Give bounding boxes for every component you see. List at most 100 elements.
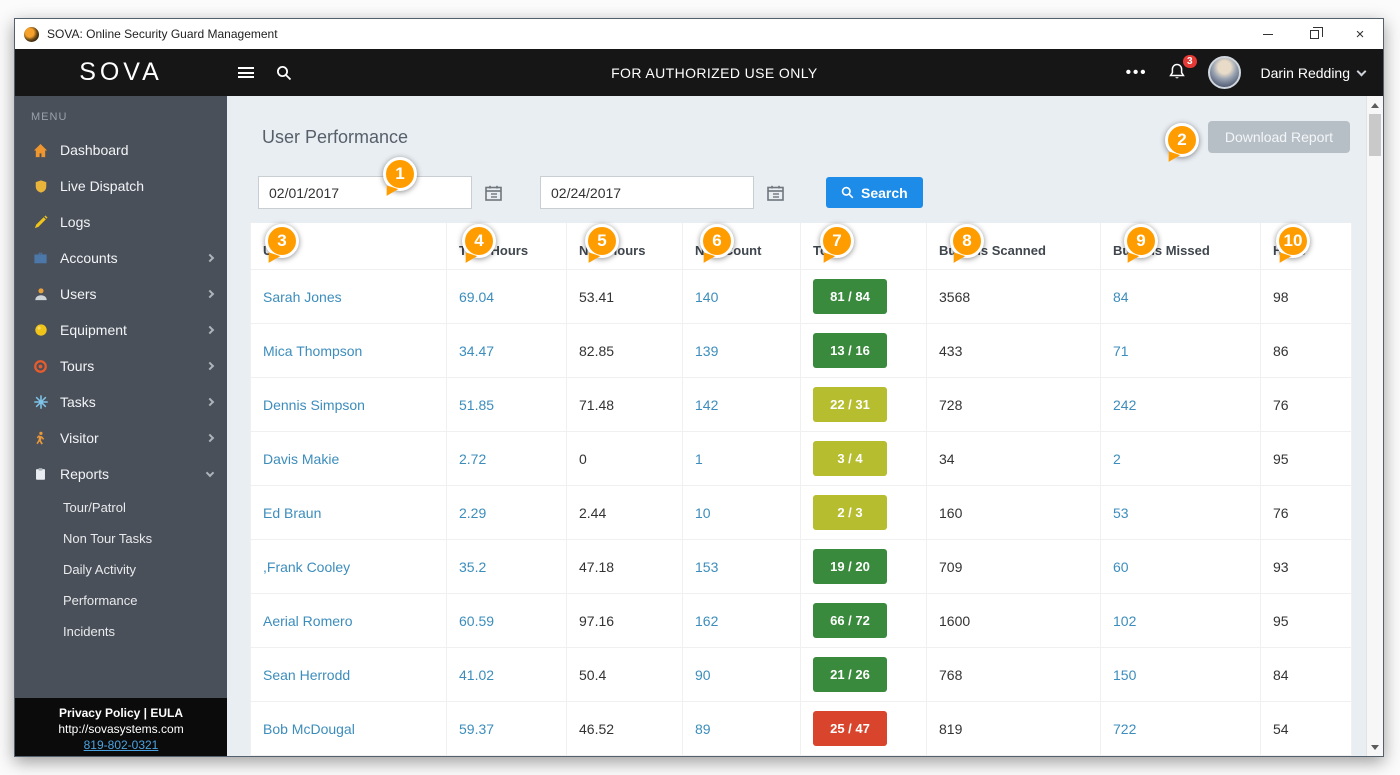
column-header: Tour Hours (446, 223, 567, 270)
notification-badge: 3 (1182, 54, 1197, 68)
website-link[interactable]: http://sovasystems.com (19, 721, 223, 737)
more-options-icon[interactable]: ••• (1126, 64, 1148, 81)
user-link[interactable]: Sean Herrodd (263, 667, 350, 683)
sidebar-item-dashboard[interactable]: Dashboard (15, 132, 227, 168)
buttons-missed-link[interactable]: 60 (1113, 559, 1129, 575)
privacy-eula-links[interactable]: Privacy Policy | EULA (19, 705, 223, 721)
sidebar-item-reports[interactable]: Reports (15, 456, 227, 492)
user-link[interactable]: Dennis Simpson (263, 397, 365, 413)
buttons-missed-link[interactable]: 150 (1113, 667, 1136, 683)
tour-hours-link[interactable]: 2.29 (459, 505, 486, 521)
hit-pct-value: 98 (1260, 269, 1352, 324)
search-icon[interactable] (265, 49, 303, 96)
sidebar-item-equipment[interactable]: Equipment (15, 312, 227, 348)
app-logo[interactable]: SOVA (15, 58, 227, 87)
equipment-icon (31, 323, 50, 337)
user-link[interactable]: Ed Braun (263, 505, 321, 521)
download-report-button[interactable]: Download Report (1207, 121, 1350, 153)
tour-hours-link[interactable]: 2.72 (459, 451, 486, 467)
ntt-count-link[interactable]: 90 (695, 667, 711, 683)
table-row: Davis Makie 2.72 0 1 3 / 4 34 2 95 (250, 431, 1352, 486)
tours-badge: 22 / 31 (813, 387, 887, 422)
buttons-scanned-value: 34 (926, 431, 1101, 486)
sidebar-item-logs[interactable]: Logs (15, 204, 227, 240)
ntt-count-link[interactable]: 139 (695, 343, 718, 359)
ntt-count-link[interactable]: 142 (695, 397, 718, 413)
sidebar-subitem-tour-patrol[interactable]: Tour/Patrol (15, 492, 227, 523)
calendar-icon[interactable] (485, 185, 502, 201)
sidebar-item-tours[interactable]: Tours (15, 348, 227, 384)
ntt-count-link[interactable]: 162 (695, 613, 718, 629)
maximize-button[interactable] (1291, 19, 1337, 49)
end-date-input[interactable] (540, 176, 754, 209)
table-row: Dennis Simpson 51.85 71.48 142 22 / 31 728 242… (250, 377, 1352, 432)
tour-hours-link[interactable]: 34.47 (459, 343, 494, 359)
tour-hours-link[interactable]: 60.59 (459, 613, 494, 629)
calendar-icon[interactable] (767, 185, 784, 201)
scroll-down-arrow[interactable] (1367, 739, 1383, 755)
close-button[interactable]: × (1337, 19, 1383, 49)
start-date-input[interactable] (258, 176, 472, 209)
buttons-missed-link[interactable]: 242 (1113, 397, 1136, 413)
buttons-missed-link[interactable]: 2 (1113, 451, 1121, 467)
sidebar-item-visitor[interactable]: Visitor (15, 420, 227, 456)
titlebar: SOVA: Online Security Guard Management × (15, 19, 1383, 49)
minimize-button[interactable] (1245, 19, 1291, 49)
scroll-up-arrow[interactable] (1367, 97, 1383, 113)
user-link[interactable]: ,Frank Cooley (263, 559, 350, 575)
avatar[interactable] (1207, 56, 1241, 89)
user-menu[interactable]: Darin Redding (1261, 65, 1367, 81)
sidebar-item-label: Equipment (60, 322, 127, 338)
clipboard-icon (31, 467, 50, 481)
chevron-right-icon (205, 325, 215, 335)
ntt-count-link[interactable]: 1 (695, 451, 703, 467)
phone-link[interactable]: 819-802-0321 (19, 737, 223, 753)
buttons-scanned-value: 768 (926, 647, 1101, 702)
buttons-missed-link[interactable]: 71 (1113, 343, 1129, 359)
buttons-missed-link[interactable]: 102 (1113, 613, 1136, 629)
ntt-count-link[interactable]: 10 (695, 505, 711, 521)
ntt-count-link[interactable]: 153 (695, 559, 718, 575)
sidebar-item-label: Users (60, 286, 97, 302)
user-link[interactable]: Davis Makie (263, 451, 339, 467)
tours-badge: 19 / 20 (813, 549, 887, 584)
buttons-scanned-value: 433 (926, 323, 1101, 378)
sidebar-item-live-dispatch[interactable]: Live Dispatch (15, 168, 227, 204)
hamburger-menu-icon[interactable] (227, 49, 265, 96)
ntt-hours-value: 71.48 (566, 377, 683, 432)
user-link[interactable]: Aerial Romero (263, 613, 352, 629)
vertical-scrollbar[interactable] (1366, 96, 1383, 756)
report-table-card: User Tour Hours NTT Hours NTT Count Tours But… (250, 223, 1352, 756)
ntt-count-link[interactable]: 140 (695, 289, 718, 305)
sidebar-item-label: Logs (60, 214, 91, 230)
sidebar-subitem-daily-activity[interactable]: Daily Activity (15, 554, 227, 585)
sidebar-subitem-performance[interactable]: Performance (15, 585, 227, 616)
ntt-count-link[interactable]: 89 (695, 721, 711, 737)
tour-hours-link[interactable]: 35.2 (459, 559, 486, 575)
buttons-missed-link[interactable]: 722 (1113, 721, 1136, 737)
sidebar-item-users[interactable]: Users (15, 276, 227, 312)
buttons-missed-link[interactable]: 84 (1113, 289, 1129, 305)
tour-hours-link[interactable]: 69.04 (459, 289, 494, 305)
sidebar-subitem-non-tour-tasks[interactable]: Non Tour Tasks (15, 523, 227, 554)
tours-badge: 81 / 84 (813, 279, 887, 314)
target-icon (31, 359, 50, 374)
sidebar-item-accounts[interactable]: Accounts (15, 240, 227, 276)
user-link[interactable]: Sarah Jones (263, 289, 342, 305)
scrollbar-thumb[interactable] (1369, 114, 1381, 156)
sidebar-item-tasks[interactable]: Tasks (15, 384, 227, 420)
tour-hours-link[interactable]: 41.02 (459, 667, 494, 683)
tour-hours-link[interactable]: 59.37 (459, 721, 494, 737)
user-link[interactable]: Bob McDougal (263, 721, 355, 737)
tour-hours-link[interactable]: 51.85 (459, 397, 494, 413)
sidebar-subitem-incidents[interactable]: Incidents (15, 616, 227, 647)
filters: Search (258, 176, 1366, 209)
table-row: Mica Thompson 34.47 82.85 139 13 / 16 433 71 86 (250, 323, 1352, 378)
hit-pct-value: 54 (1260, 701, 1352, 756)
notifications-button[interactable]: 3 (1168, 54, 1197, 84)
chevron-down-icon (205, 468, 215, 477)
column-header: Buttons Scanned (926, 223, 1101, 270)
buttons-missed-link[interactable]: 53 (1113, 505, 1129, 521)
search-button[interactable]: Search (826, 177, 923, 208)
user-link[interactable]: Mica Thompson (263, 343, 362, 359)
